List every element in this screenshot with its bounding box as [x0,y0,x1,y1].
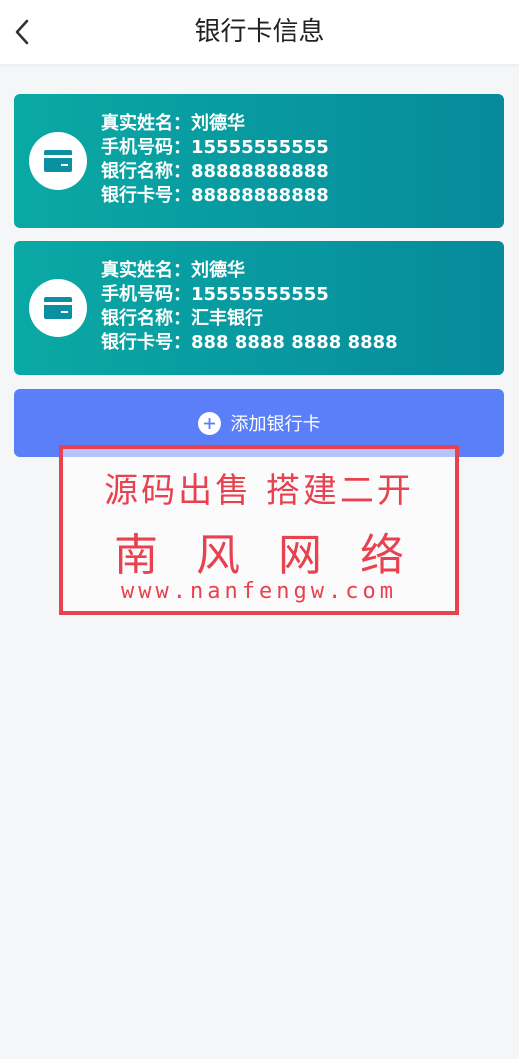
bank-name: 汇丰银行 [191,308,263,329]
name-label: 真实姓名： [101,113,191,134]
bank-name: 88888888888 [191,161,329,182]
bank-label: 银行名称： [101,161,191,182]
cardholder-name-row: 真实姓名：刘德华 [101,112,329,136]
phone-label: 手机号码： [101,284,191,305]
phone-row: 手机号码：15555555555 [101,283,398,307]
credit-card-icon [44,297,72,319]
watermark-stamp: 源码出售 搭建二开 南风网络 www.nanfengw.com [59,445,459,615]
phone-label: 手机号码： [101,137,191,158]
phone-number: 15555555555 [191,284,329,305]
cardholder-name: 刘德华 [191,113,245,134]
card-number-label: 银行卡号： [101,332,191,353]
cardholder-name: 刘德华 [191,260,245,281]
card-details: 真实姓名：刘德华 手机号码：15555555555 银行名称：888888888… [101,112,329,208]
card-number-row: 银行卡号：88888888888 [101,184,329,208]
card-number-row: 银行卡号：888 8888 8888 8888 [101,331,398,355]
card-number: 88888888888 [191,185,329,206]
bank-label: 银行名称： [101,308,191,329]
card-details: 真实姓名：刘德华 手机号码：15555555555 银行名称：汇丰银行 银行卡号… [101,259,398,355]
add-bank-card-label: 添加银行卡 [230,414,321,435]
name-label: 真实姓名： [101,260,191,281]
watermark-url: www.nanfengw.com [121,579,397,604]
card-icon-circle [29,279,87,337]
bank-card-item[interactable]: 真实姓名：刘德华 手机号码：15555555555 银行名称：888888888… [14,94,504,228]
card-number: 888 8888 8888 8888 [191,332,398,353]
bank-name-row: 银行名称：汇丰银行 [101,307,398,331]
watermark-brand: 南风网络 [114,530,442,581]
bank-card-item[interactable]: 真实姓名：刘德华 手机号码：15555555555 银行名称：汇丰银行 银行卡号… [14,241,504,375]
credit-card-icon [44,150,72,172]
cardholder-name-row: 真实姓名：刘德华 [101,259,398,283]
phone-number: 15555555555 [191,137,329,158]
watermark-slogan: 源码出售 搭建二开 [104,471,414,511]
bank-name-row: 银行名称：88888888888 [101,160,329,184]
card-number-label: 银行卡号： [101,185,191,206]
phone-row: 手机号码：15555555555 [101,136,329,160]
card-icon-circle [29,132,87,190]
plus-circle-icon [197,411,221,435]
top-bar: 银行卡信息 [0,0,519,64]
page-title: 银行卡信息 [194,17,325,47]
